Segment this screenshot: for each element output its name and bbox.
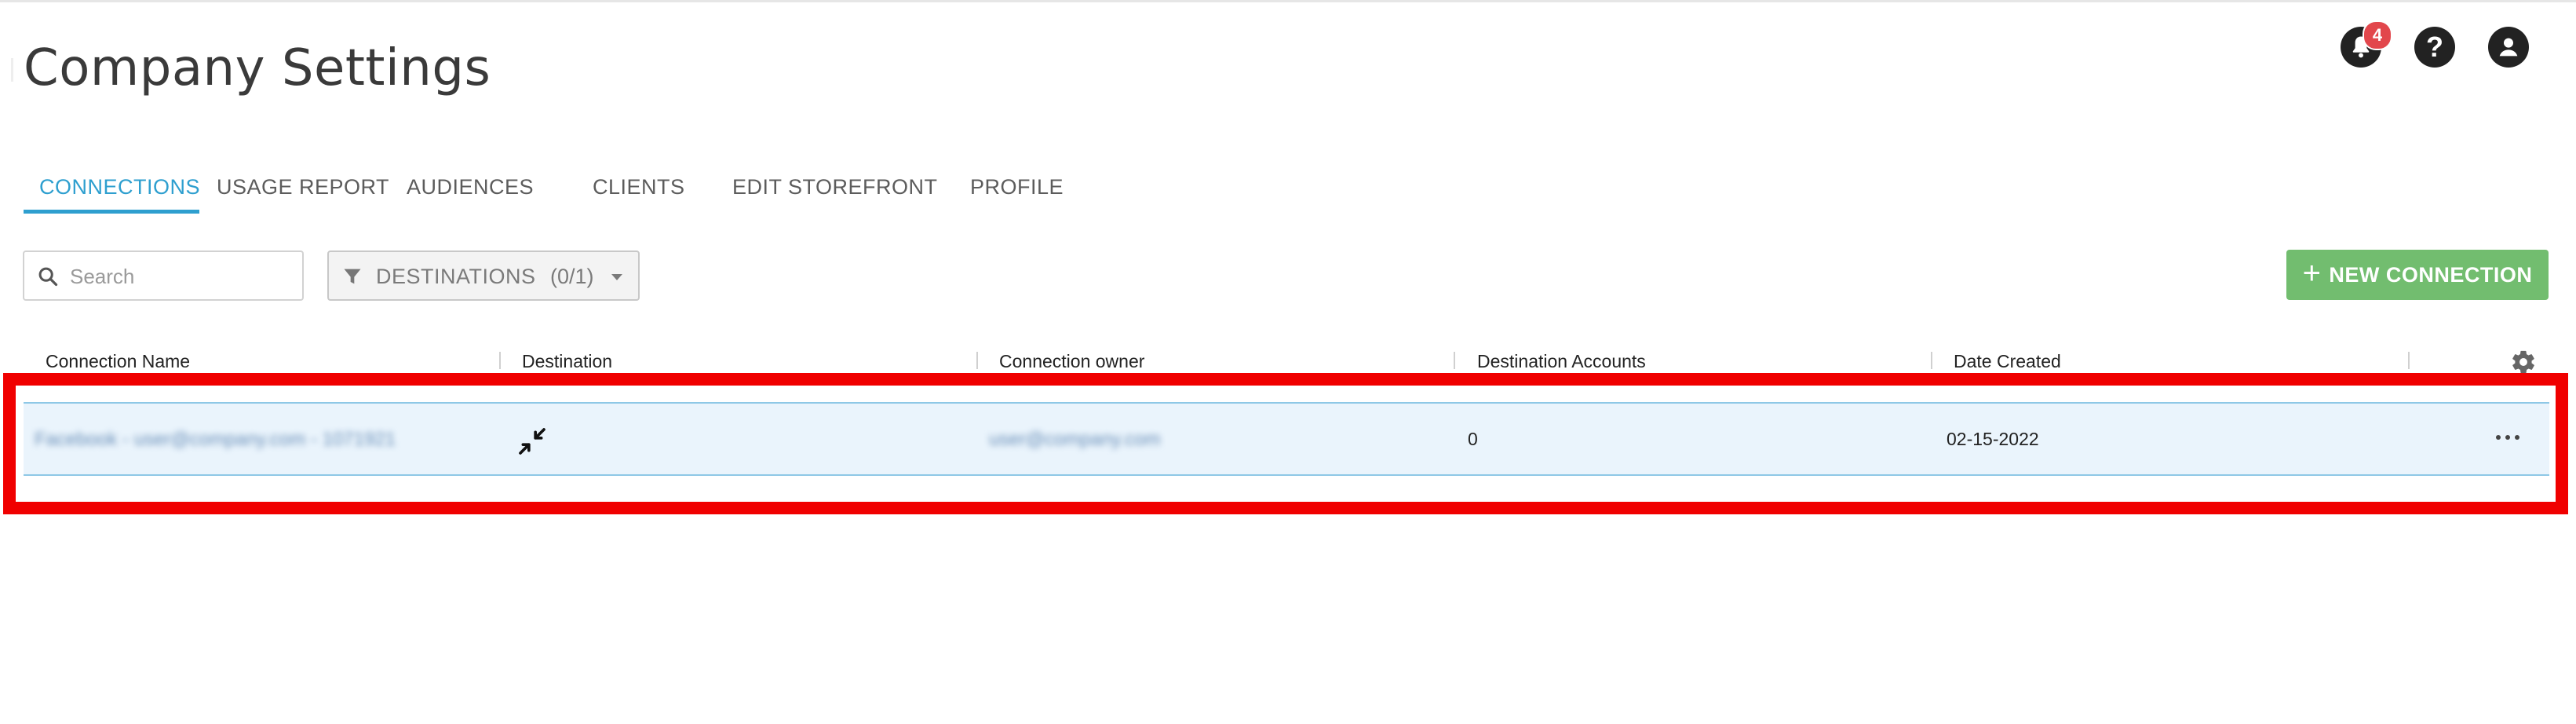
user-account-button[interactable] bbox=[2488, 27, 2529, 68]
settings-tabs: CONNECTIONS USAGE REPORT AUDIENCES CLIEN… bbox=[24, 161, 1122, 216]
page-title: Company Settings bbox=[24, 39, 491, 97]
search-input[interactable] bbox=[68, 260, 299, 293]
column-divider[interactable] bbox=[1454, 352, 1455, 369]
filter-count: (0/1) bbox=[550, 265, 594, 288]
table-row[interactable]: Facebook - user@company.com - 1071921 us… bbox=[24, 402, 2549, 476]
connection-owner-cell: user@company.com bbox=[989, 429, 1161, 450]
destination-accounts-cell: 0 bbox=[1468, 429, 1478, 449]
search-field[interactable] bbox=[23, 250, 304, 301]
header-actions: 4 ? bbox=[2341, 20, 2576, 69]
column-header-date-created[interactable]: Date Created bbox=[1954, 351, 2061, 372]
compress-arrows-icon bbox=[519, 428, 545, 455]
tab-profile[interactable]: PROFILE bbox=[970, 161, 1064, 213]
notification-count-badge: 4 bbox=[2363, 20, 2392, 50]
tab-audiences[interactable]: AUDIENCES bbox=[407, 161, 534, 213]
column-header-destination-accounts[interactable]: Destination Accounts bbox=[1477, 351, 1646, 372]
plus-icon: + bbox=[2302, 256, 2322, 291]
column-header-destination[interactable]: Destination bbox=[522, 351, 612, 372]
column-divider[interactable] bbox=[2408, 352, 2410, 369]
table-settings-gear-icon[interactable] bbox=[2510, 349, 2537, 375]
date-created-cell: 02-15-2022 bbox=[1947, 429, 2039, 449]
filter-label: DESTINATIONS bbox=[376, 265, 536, 288]
top-divider bbox=[0, 0, 2576, 2]
row-more-options-icon[interactable] bbox=[2496, 435, 2519, 440]
tab-connections[interactable]: CONNECTIONS bbox=[39, 161, 200, 213]
search-icon bbox=[38, 267, 58, 287]
chevron-down-icon bbox=[611, 274, 622, 280]
destinations-filter-dropdown[interactable]: DESTINATIONS (0/1) bbox=[327, 250, 640, 301]
tab-clients[interactable]: CLIENTS bbox=[593, 161, 685, 213]
tab-edit-storefront[interactable]: EDIT STOREFRONT bbox=[732, 161, 938, 213]
left-edge-marker bbox=[11, 58, 13, 82]
new-connection-button[interactable]: + NEW CONNECTION bbox=[2286, 250, 2549, 300]
connection-name-cell[interactable]: Facebook - user@company.com - 1071921 bbox=[35, 429, 396, 451]
filter-icon bbox=[344, 269, 361, 284]
help-icon: ? bbox=[2426, 31, 2443, 63]
new-connection-label: NEW CONNECTION bbox=[2329, 262, 2533, 287]
column-header-connection-owner[interactable]: Connection owner bbox=[999, 351, 1144, 372]
user-account-icon bbox=[2499, 38, 2518, 57]
tab-usage-report[interactable]: USAGE REPORT bbox=[217, 161, 389, 213]
active-tab-indicator bbox=[24, 210, 199, 214]
notifications-button[interactable]: 4 bbox=[2341, 20, 2392, 68]
column-divider[interactable] bbox=[499, 352, 501, 369]
column-divider[interactable] bbox=[976, 352, 978, 369]
help-button[interactable]: ? bbox=[2414, 27, 2455, 68]
column-divider[interactable] bbox=[1931, 352, 1932, 369]
column-header-connection-name[interactable]: Connection Name bbox=[46, 351, 190, 372]
